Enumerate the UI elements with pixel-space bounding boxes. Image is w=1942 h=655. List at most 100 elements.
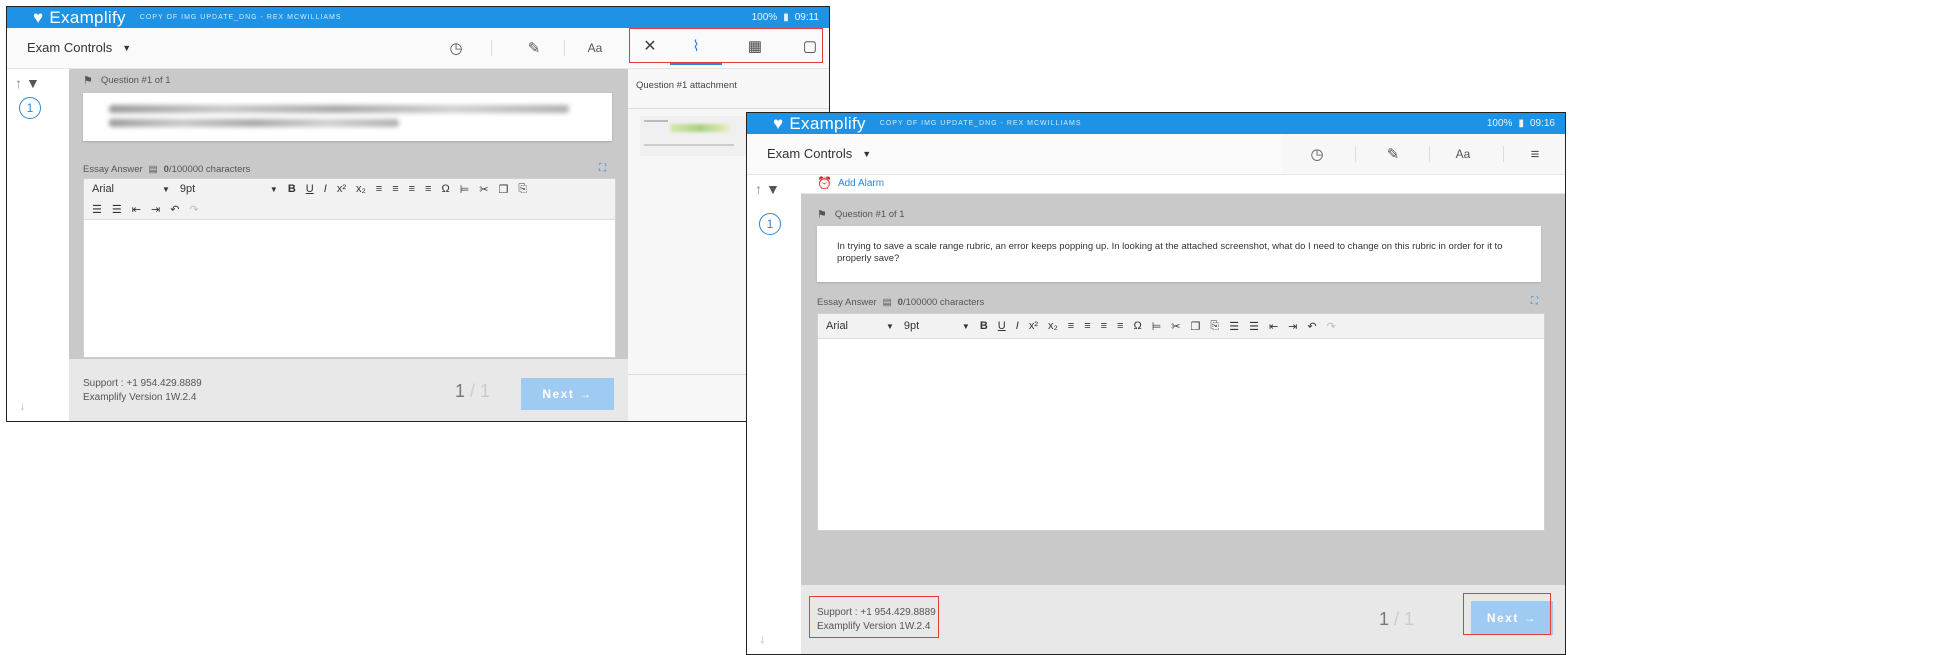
essay-textarea[interactable] — [818, 340, 1544, 530]
numbered-list-icon[interactable]: ☰ — [92, 203, 102, 216]
paste-icon[interactable]: ⎘ — [1210, 320, 1219, 333]
caret-down-icon: ▼ — [886, 321, 894, 331]
character-count: 0/100000 characters — [897, 297, 985, 308]
font-select[interactable]: Arial — [92, 183, 152, 195]
superscript-icon[interactable]: x² — [337, 183, 346, 195]
undo-icon[interactable]: ↶ — [170, 203, 179, 216]
outdent-icon[interactable]: ⇤ — [132, 203, 141, 216]
question-navigator: ↑ ▼ 1 ↓ — [747, 175, 801, 654]
bullet-list-icon[interactable]: ☰ — [112, 203, 122, 216]
nonbreaking-space-icon[interactable]: ⊨ — [460, 183, 470, 196]
tools-group: ◷ ✎ Aa ≡ — [1283, 134, 1565, 174]
copy-icon[interactable]: ❐ — [1191, 320, 1201, 333]
add-alarm-button[interactable]: ⏰ Add Alarm — [817, 176, 884, 190]
outdent-icon[interactable]: ⇤ — [1269, 320, 1278, 333]
character-count: 0/100000 characters — [163, 164, 251, 175]
bold-icon[interactable]: B — [980, 320, 988, 332]
flag-icon[interactable]: ⚑ — [83, 74, 93, 87]
underline-icon[interactable]: U — [998, 320, 1006, 332]
align-center-icon[interactable]: ≡ — [392, 183, 398, 195]
filter-icon[interactable]: ▼ — [766, 181, 780, 197]
justify-icon[interactable]: ≡ — [425, 183, 431, 195]
bold-icon[interactable]: B — [288, 183, 296, 195]
size-select[interactable]: 9pt — [180, 183, 260, 195]
exam-controls-menu[interactable]: Exam Controls ▼ — [767, 146, 871, 161]
screenshot-question-view: ♥ Examplify COPY OF IMG UPDATE_DNG - REX … — [746, 112, 1566, 655]
indent-icon[interactable]: ⇥ — [1288, 320, 1297, 333]
font-size-button[interactable]: Aa — [1451, 143, 1475, 165]
clock-icon[interactable]: ◷ — [444, 37, 468, 59]
cut-icon[interactable]: ✂ — [1171, 320, 1180, 333]
alarm-bar: ⏰ Add Alarm — [801, 175, 1565, 194]
underline-icon[interactable]: U — [306, 183, 314, 195]
question-1-nav[interactable]: 1 — [19, 97, 41, 119]
flag-icon[interactable]: ⚑ — [817, 208, 827, 221]
size-select[interactable]: 9pt — [904, 320, 952, 332]
align-left-icon[interactable]: ≡ — [376, 183, 382, 195]
subscript-icon[interactable]: x₂ — [356, 183, 366, 195]
font-size-button[interactable]: Aa — [583, 37, 607, 59]
expand-icon[interactable]: ⛶ — [1531, 296, 1538, 307]
indent-icon[interactable]: ⇥ — [151, 203, 160, 216]
question-1-nav[interactable]: 1 — [759, 213, 781, 235]
exam-controls-menu[interactable]: Exam Controls ▼ — [27, 40, 131, 55]
thumbnail-line — [644, 144, 734, 146]
support-info: Support : +1 954.429.8889 Examplify Vers… — [83, 378, 202, 403]
attachment-thumbnail[interactable] — [640, 116, 750, 156]
justify-icon[interactable]: ≡ — [1117, 320, 1123, 332]
italic-icon[interactable]: I — [1016, 320, 1019, 332]
menu-icon[interactable]: ≡ — [1523, 143, 1547, 165]
paste-icon[interactable]: ⎘ — [518, 183, 527, 196]
arrow-up-icon[interactable]: ↑ — [15, 75, 22, 91]
bullet-list-icon[interactable]: ☰ — [1249, 320, 1259, 333]
divider — [1355, 146, 1356, 162]
undo-icon[interactable]: ↶ — [1307, 320, 1316, 333]
caret-down-icon: ▼ — [122, 42, 132, 53]
essay-textarea[interactable] — [84, 223, 615, 357]
battery-icon: ▮ — [783, 12, 789, 23]
expand-icon[interactable]: ⛶ — [599, 163, 606, 174]
logo-icon: ♥ — [773, 113, 784, 133]
blurred-question-text — [109, 119, 399, 127]
align-right-icon[interactable]: ≡ — [1101, 320, 1107, 332]
highlighter-icon[interactable]: ✎ — [522, 37, 546, 59]
special-char-icon[interactable]: Ω — [441, 183, 449, 195]
italic-icon[interactable]: I — [324, 183, 327, 195]
copy-icon[interactable]: ❐ — [499, 183, 509, 196]
cut-icon[interactable]: ✂ — [479, 183, 488, 196]
nonbreaking-space-icon[interactable]: ⊨ — [1152, 320, 1162, 333]
divider — [1429, 146, 1430, 162]
redo-icon[interactable]: ↷ — [189, 203, 198, 216]
clock: 09:11 — [794, 12, 819, 23]
question-text-box — [83, 93, 612, 141]
alarm-clock-icon: ⏰ — [817, 176, 832, 190]
essay-answer-label: Essay Answer ▤ 0/100000 characters — [817, 297, 985, 308]
next-button[interactable]: Next → — [521, 378, 614, 410]
superscript-icon[interactable]: x² — [1029, 320, 1038, 332]
panel-tabs-highlight — [629, 28, 823, 63]
clock-icon[interactable]: ◷ — [1305, 143, 1329, 165]
arrow-down-icon[interactable]: ↓ — [759, 631, 766, 646]
status-area: 100% ▮ 09:16 — [1487, 118, 1555, 129]
align-left-icon[interactable]: ≡ — [1068, 320, 1074, 332]
numbered-list-icon[interactable]: ☰ — [1229, 320, 1239, 333]
redo-icon[interactable]: ↷ — [1327, 320, 1336, 333]
align-right-icon[interactable]: ≡ — [409, 183, 415, 195]
font-select[interactable]: Arial — [826, 320, 876, 332]
next-button-highlight — [1463, 593, 1551, 635]
align-center-icon[interactable]: ≡ — [1084, 320, 1090, 332]
page-indicator: 1 / 1 — [1379, 609, 1415, 629]
exam-subtitle: COPY OF IMG UPDATE_DNG - REX MCWILLIAMS — [879, 120, 1082, 127]
question-area: ⚑ Question #1 of 1 Essay Answer ▤ 0/1000… — [69, 69, 628, 359]
subscript-icon[interactable]: x₂ — [1048, 320, 1058, 332]
highlighter-icon[interactable]: ✎ — [1381, 143, 1405, 165]
filter-icon[interactable]: ▼ — [26, 75, 40, 91]
nav-controls: ↑ ▼ — [15, 75, 40, 91]
editor-toolbar: Arial ▼ 9pt ▼ B U I x² x₂ ≡ ≡ ≡ ≡ Ω ⊨ ✂ — [84, 179, 615, 220]
special-char-icon[interactable]: Ω — [1133, 320, 1141, 332]
app-logo: ♥ Examplify — [773, 113, 866, 133]
arrow-down-icon[interactable]: ↓ — [19, 398, 26, 413]
battery-icon: ▮ — [1518, 118, 1524, 129]
divider — [1503, 146, 1504, 162]
arrow-up-icon[interactable]: ↑ — [755, 181, 762, 197]
